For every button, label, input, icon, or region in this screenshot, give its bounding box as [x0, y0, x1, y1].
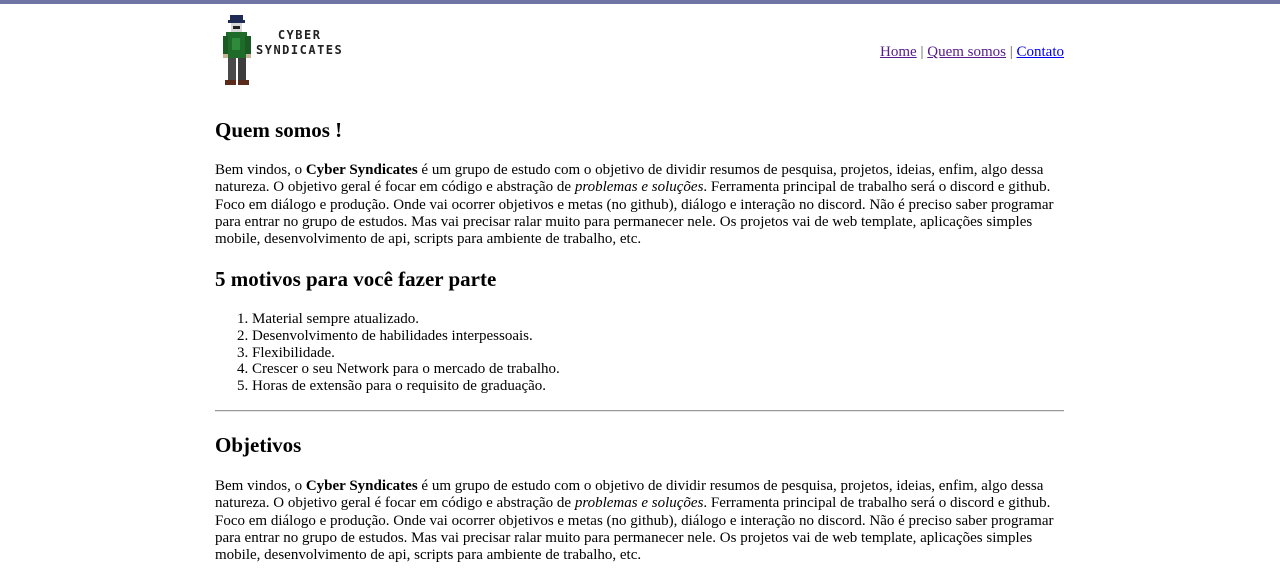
text-run: Bem vindos, o: [215, 162, 306, 178]
motivos-list: Material sempre atualizado. Desenvolvime…: [215, 311, 1101, 395]
section-title-motivos: 5 motivos para você fazer parte: [215, 267, 497, 291]
emphasis-italic: problemas e soluções: [574, 495, 704, 512]
list-item: Material sempre atualizado.: [252, 311, 1101, 328]
quem-somos-paragraph: Bem vindos, o Cyber Syndicates é um grup…: [215, 162, 1064, 248]
nav-separator: |: [1009, 44, 1013, 60]
logo-line-1: CYBER: [277, 28, 322, 42]
nav-link-quem-somos[interactable]: Quem somos: [927, 44, 1006, 60]
main-nav: Home | Quem somos | Contato: [880, 44, 1064, 61]
list-item: Desenvolvimento de habilidades interpess…: [252, 328, 1101, 345]
emphasis-italic: problemas e soluções: [574, 179, 704, 196]
brand-name-bold: Cyber Syndicates: [305, 478, 418, 494]
logo-line-2: SYNDICATES: [256, 43, 344, 57]
text-run: Bem vindos, o: [215, 478, 306, 494]
list-item: Flexibilidade.: [252, 345, 1101, 362]
page-container: CYBER SYNDICATES Home | Quem somos | Con…: [215, 4, 1064, 563]
list-item: Crescer o seu Network para o mercado de …: [252, 361, 1101, 378]
site-logo[interactable]: CYBER SYNDICATES: [220, 14, 343, 88]
section-title-quem-somos: Quem somos !: [215, 118, 343, 142]
section-divider: [215, 410, 1064, 412]
objetivos-paragraph: Bem vindos, o Cyber Syndicates é um grup…: [215, 478, 1064, 564]
nav-link-contato[interactable]: Contato: [1017, 44, 1065, 60]
nav-link-home[interactable]: Home: [880, 44, 917, 60]
list-item: Horas de extensão para o requisito de gr…: [252, 378, 1101, 395]
hacker-character-icon: [223, 15, 251, 85]
nav-separator: |: [920, 44, 924, 60]
section-title-objetivos: Objetivos: [215, 433, 302, 457]
site-header: CYBER SYNDICATES Home | Quem somos | Con…: [215, 4, 1064, 92]
logo-text: CYBER SYNDICATES: [256, 28, 343, 58]
brand-name-bold: Cyber Syndicates: [305, 162, 418, 178]
